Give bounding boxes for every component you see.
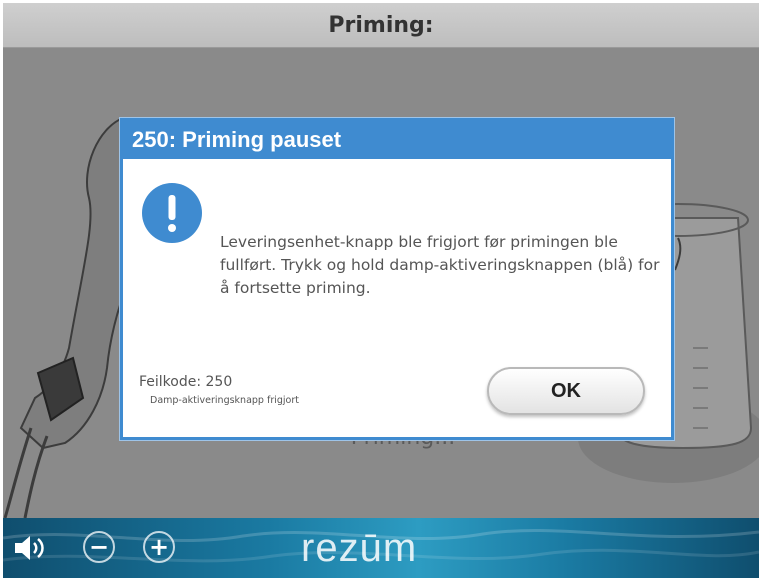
screen-title: Priming: xyxy=(328,12,434,38)
info-exclamation-icon xyxy=(142,183,202,243)
error-code: Feilkode: 250 xyxy=(139,374,233,390)
dialog-message: Leveringsenhet-knapp ble frigjort før pr… xyxy=(220,233,660,297)
brand-logo: rezūm xyxy=(301,526,418,570)
volume-up-button[interactable]: + xyxy=(143,531,175,563)
speaker-icon[interactable] xyxy=(13,534,49,562)
dialog-title: 250: Priming pauset xyxy=(132,127,342,152)
footer-bar: − + rezūm xyxy=(3,518,759,578)
ok-button[interactable]: OK xyxy=(487,367,645,415)
app-screen: Priming: Priming... xyxy=(3,3,759,578)
error-description: Damp-aktiveringsknapp frigjort xyxy=(150,395,299,406)
title-bar: Priming: xyxy=(3,3,759,48)
volume-down-button[interactable]: − xyxy=(83,531,115,563)
error-dialog: 250: Priming pauset Leveringsenhet-knapp… xyxy=(120,118,674,440)
dialog-header: 250: Priming pauset xyxy=(123,121,671,159)
